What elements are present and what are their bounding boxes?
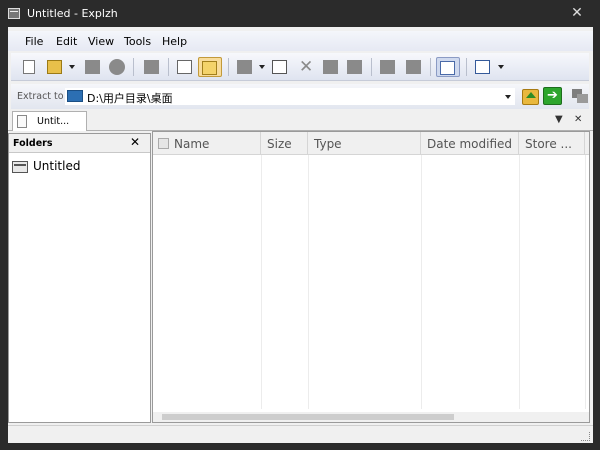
client-area: File Edit View Tools Help ✕ Extract to D…	[8, 27, 593, 443]
extract-button[interactable]	[141, 57, 163, 77]
column-label: Store ...	[525, 137, 572, 151]
menu-help[interactable]: Help	[162, 35, 187, 48]
menu-edit[interactable]: Edit	[56, 35, 77, 48]
add-files-icon	[237, 60, 252, 74]
close-archive-button[interactable]	[82, 57, 104, 77]
tab-close-icon[interactable]: ✕	[574, 114, 582, 125]
toolbar-separator	[133, 58, 134, 76]
toolbar-separator	[228, 58, 229, 76]
folders-header: Folders ✕	[9, 134, 150, 153]
main-toolbar: ✕	[11, 53, 589, 81]
column-gridline	[261, 155, 262, 409]
toolbar-separator	[466, 58, 467, 76]
view-comment-button[interactable]	[174, 57, 196, 77]
extract-icon	[144, 60, 159, 74]
column-label: Date modified	[427, 137, 513, 151]
toolbar-separator	[168, 58, 169, 76]
file-list[interactable]: Name Size Type Date modified Store ...	[152, 131, 590, 423]
next-button[interactable]	[403, 57, 425, 77]
open-folder-button[interactable]	[198, 57, 222, 77]
go-button[interactable]: ➔	[543, 87, 562, 105]
column-label: Size	[267, 137, 292, 151]
column-gridline	[308, 155, 309, 409]
column-type[interactable]: Type	[308, 132, 421, 155]
previous-button[interactable]	[377, 57, 399, 77]
document-icon	[17, 115, 27, 128]
tab-list-dropdown-icon[interactable]: ▼	[555, 114, 563, 125]
scrollbar-thumb[interactable]	[162, 414, 454, 420]
preview-icon	[440, 61, 455, 75]
menu-file[interactable]: File	[25, 35, 43, 48]
window-close-button[interactable]: ✕	[566, 2, 588, 24]
add-files-button[interactable]	[234, 57, 256, 77]
menu-view[interactable]: View	[88, 35, 114, 48]
toolbar-separator	[430, 58, 431, 76]
tab-untitled[interactable]: Untit...	[12, 111, 87, 131]
archive-test-icon	[272, 60, 287, 74]
extract-to-label: Extract to	[17, 91, 64, 102]
column-header-row: Name Size Type Date modified Store ...	[153, 132, 589, 155]
view-mode-icon	[475, 60, 490, 74]
new-archive-icon	[23, 60, 35, 74]
open-archive-dropdown-icon[interactable]	[69, 65, 75, 69]
previous-icon	[380, 60, 395, 74]
menu-tools[interactable]: Tools	[124, 35, 151, 48]
folder-item-label: Untitled	[33, 159, 81, 173]
app-window: Untitled - Explzh ✕ File Edit View Tools…	[0, 0, 600, 450]
archive-icon	[12, 161, 28, 173]
new-window-button[interactable]	[572, 89, 588, 103]
chevron-down-icon[interactable]	[505, 95, 511, 99]
copy-icon	[323, 60, 338, 74]
paste-button[interactable]	[344, 57, 366, 77]
column-date-modified[interactable]: Date modified	[421, 132, 519, 155]
select-all-checkbox[interactable]	[158, 138, 169, 149]
stop-icon	[109, 59, 125, 75]
open-folder-icon	[202, 61, 217, 75]
column-label: Type	[314, 137, 342, 151]
window-icon-back	[577, 94, 588, 103]
new-archive-button[interactable]	[18, 57, 40, 77]
open-archive-button[interactable]	[44, 57, 66, 77]
window-title: Untitled - Explzh	[27, 7, 118, 20]
next-icon	[406, 60, 421, 74]
column-size[interactable]: Size	[261, 132, 308, 155]
extract-bar: Extract to D:\用户目录\桌面 ➔	[11, 84, 589, 109]
column-stored-size[interactable]: Store ...	[519, 132, 585, 155]
column-name[interactable]: Name	[153, 132, 261, 155]
folders-close-icon[interactable]: ✕	[130, 135, 140, 149]
title-bar: Untitled - Explzh ✕	[0, 0, 600, 27]
tab-label: Untit...	[37, 116, 70, 127]
status-bar	[8, 425, 593, 443]
view-comment-icon	[177, 60, 192, 74]
folders-title: Folders	[13, 138, 53, 149]
paste-icon	[347, 60, 362, 74]
menu-bar: File Edit View Tools Help	[8, 31, 593, 51]
column-gridline	[421, 155, 422, 409]
open-archive-icon	[47, 60, 62, 74]
tab-strip: Untit... ▼ ✕	[8, 111, 593, 131]
up-folder-button[interactable]	[522, 89, 539, 105]
delete-icon: ✕	[299, 57, 314, 77]
folders-pane: Folders ✕ Untitled	[8, 133, 151, 423]
toolbar-separator	[371, 58, 372, 76]
column-label: Name	[174, 137, 210, 151]
stop-button[interactable]	[106, 57, 128, 77]
extract-path-combobox[interactable]: D:\用户目录\桌面	[65, 88, 515, 105]
column-gridline	[585, 155, 586, 409]
view-mode-button[interactable]	[472, 57, 494, 77]
archive-test-button[interactable]	[269, 57, 291, 77]
preview-button[interactable]	[436, 57, 460, 77]
resize-grip[interactable]	[581, 432, 590, 441]
copy-button[interactable]	[320, 57, 342, 77]
view-mode-dropdown-icon[interactable]	[498, 65, 504, 69]
close-archive-icon	[85, 60, 100, 74]
add-dropdown-icon[interactable]	[259, 65, 265, 69]
drive-icon	[67, 90, 83, 102]
extract-path-text: D:\用户目录\桌面	[87, 92, 173, 105]
column-gridline	[519, 155, 520, 409]
delete-button[interactable]: ✕	[295, 57, 317, 77]
horizontal-scrollbar[interactable]	[153, 412, 589, 422]
app-icon	[8, 8, 20, 19]
